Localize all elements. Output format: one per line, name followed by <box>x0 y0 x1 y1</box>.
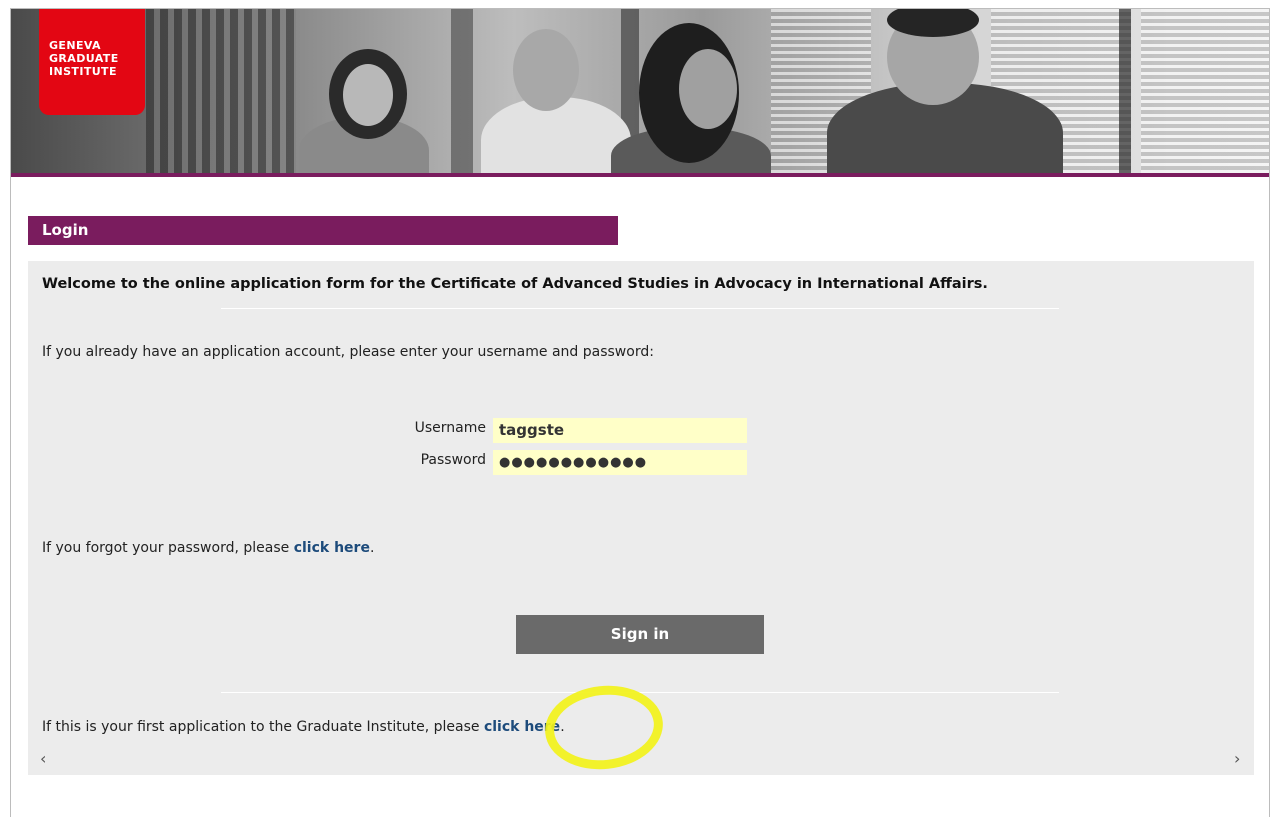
forgot-password-text: If you forgot your password, please clic… <box>42 540 374 556</box>
first-application-text: If this is your first application to the… <box>42 719 565 735</box>
scroll-right-icon[interactable]: › <box>1234 749 1240 768</box>
sign-in-button[interactable]: Sign in <box>516 615 764 654</box>
login-instructions: If you already have an application accou… <box>42 344 654 360</box>
first-prefix: If this is your first application to the… <box>42 719 484 735</box>
divider-top <box>221 308 1059 309</box>
header-banner-image: GENEVA GRADUATE INSTITUTE <box>11 9 1269 173</box>
divider-bottom <box>221 692 1059 693</box>
page-frame: GENEVA GRADUATE INSTITUTE Login Welcome … <box>10 8 1270 817</box>
login-section-header: Login <box>28 216 618 245</box>
banner-accent-bar <box>11 173 1269 177</box>
scroll-left-icon[interactable]: ‹ <box>40 749 46 768</box>
first-suffix: . <box>560 719 565 735</box>
forgot-password-link[interactable]: click here <box>294 540 370 556</box>
forgot-suffix: . <box>369 540 375 556</box>
first-application-link[interactable]: click here <box>484 719 560 735</box>
password-input[interactable]: ●●●●●●●●●●●● <box>493 450 747 475</box>
geneva-graduate-institute-logo[interactable]: GENEVA GRADUATE INSTITUTE <box>39 9 145 115</box>
username-input[interactable]: taggste <box>493 418 747 443</box>
forgot-prefix: If you forgot your password, please <box>42 540 294 556</box>
logo-line-3: INSTITUTE <box>49 65 117 78</box>
password-label: Password <box>420 452 486 468</box>
login-panel: Welcome to the online application form f… <box>28 261 1254 775</box>
welcome-message: Welcome to the online application form f… <box>42 276 988 292</box>
logo-line-2: GRADUATE <box>49 52 119 65</box>
logo-line-1: GENEVA <box>49 39 101 52</box>
username-label: Username <box>414 420 486 436</box>
